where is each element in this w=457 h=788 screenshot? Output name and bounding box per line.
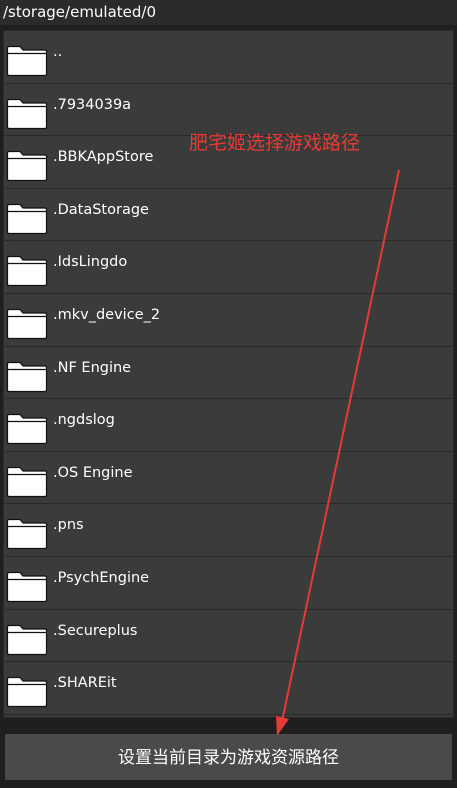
list-item[interactable]: .. xyxy=(4,31,453,84)
folder-icon xyxy=(6,203,48,234)
folder-icon xyxy=(6,256,48,287)
set-game-resource-path-button[interactable]: 设置当前目录为游戏资源路径 xyxy=(5,734,452,780)
list-item-label: .SHAREit xyxy=(53,675,117,692)
list-item-label: .OS Engine xyxy=(53,464,133,481)
list-item-label: .Secureplus xyxy=(53,622,138,639)
list-item-label: .BBKAppStore xyxy=(53,149,154,166)
file-picker-screen: /storage/emulated/0 .. .7934039a .BBKApp… xyxy=(0,0,457,788)
folder-icon xyxy=(6,414,48,445)
list-item[interactable]: .pns xyxy=(4,504,453,557)
list-item[interactable]: .Secureplus xyxy=(4,610,453,663)
list-item[interactable]: .NF Engine xyxy=(4,347,453,400)
folder-icon xyxy=(6,45,48,77)
folder-icon xyxy=(6,308,48,340)
list-item[interactable]: .IdsLingdo xyxy=(4,241,453,294)
folder-icon xyxy=(6,624,48,655)
list-item-label: .. xyxy=(53,44,63,60)
folder-icon xyxy=(6,151,48,182)
list-item[interactable]: .mkv_device_2 xyxy=(4,294,453,347)
folder-icon xyxy=(6,361,48,392)
annotation-text: 肥宅姬选择游戏路径 xyxy=(189,132,361,154)
list-item-label: .pns xyxy=(53,517,84,534)
list-item-label: .NF Engine xyxy=(53,359,132,376)
list-item-label: .IdsLingdo xyxy=(53,254,128,271)
list-item-label: .mkv_device_2 xyxy=(53,306,161,323)
folder-icon xyxy=(6,98,48,129)
list-item[interactable]: .OS Engine xyxy=(4,452,453,505)
current-path: /storage/emulated/0 xyxy=(0,0,457,25)
list-item-label: .PsychEngine xyxy=(53,569,150,586)
list-item[interactable]: .DataStorage xyxy=(4,189,453,242)
folder-icon xyxy=(6,677,48,708)
list-item-label: .7934039a xyxy=(53,96,132,113)
list-item[interactable]: .SHAREit xyxy=(4,662,453,715)
list-item-label: .ngdslog xyxy=(53,412,115,429)
folder-icon xyxy=(6,519,48,550)
list-item-label: .DataStorage xyxy=(53,201,149,218)
list-item[interactable]: .PsychEngine xyxy=(4,557,453,610)
folder-icon xyxy=(6,571,48,603)
list-item[interactable]: .ngdslog xyxy=(4,399,453,452)
folder-icon xyxy=(6,466,48,497)
